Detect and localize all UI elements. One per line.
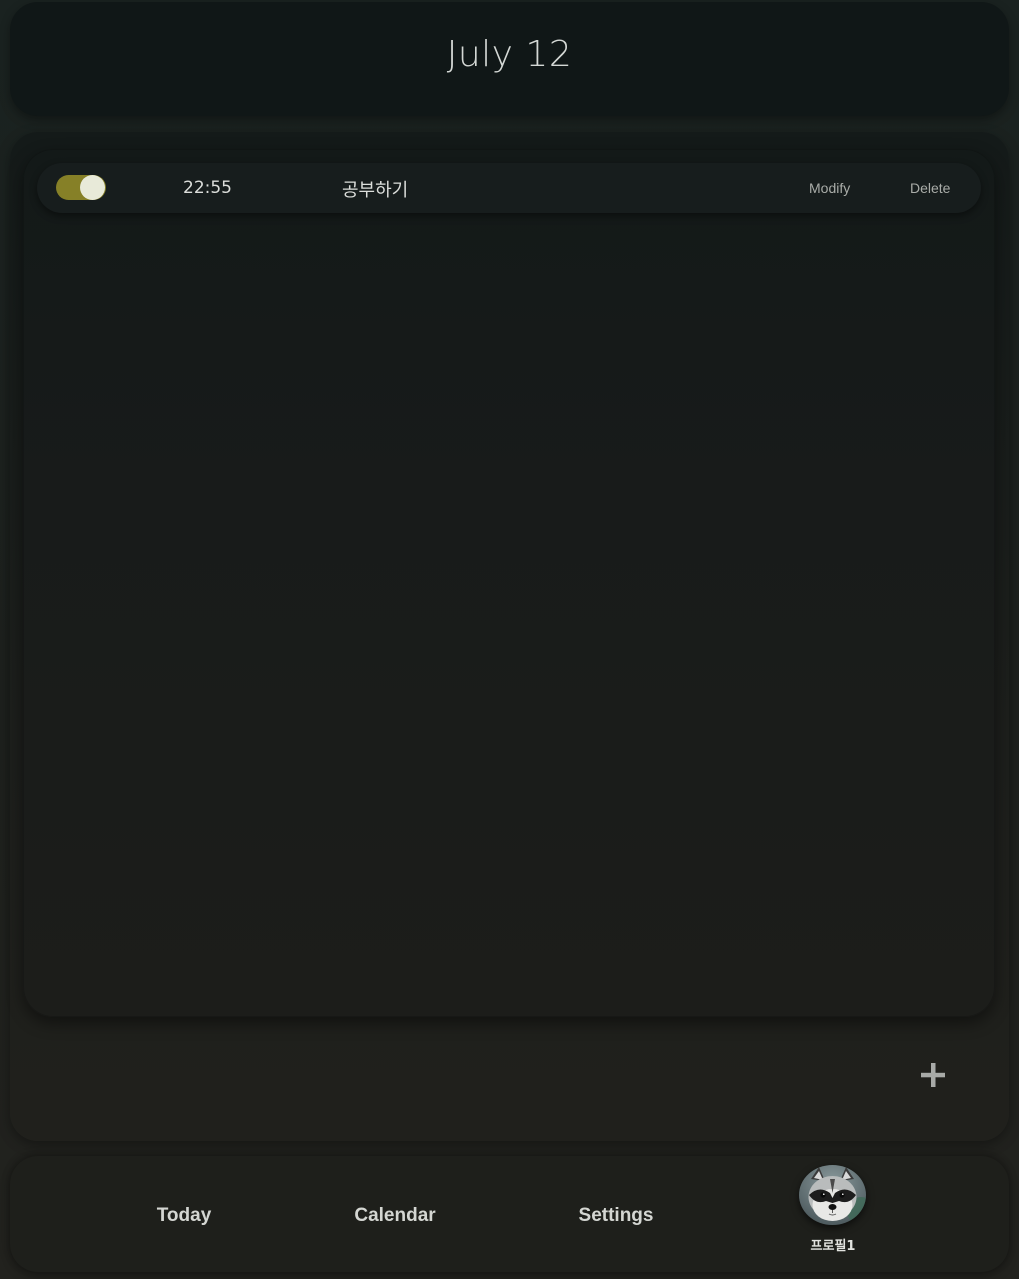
- page-title: July 12: [446, 33, 573, 75]
- plus-icon: [921, 1063, 945, 1087]
- toggle-knob: [80, 175, 105, 200]
- todo-time: 22:55: [183, 178, 232, 198]
- main-panel: 22:55 공부하기 Modify Delete: [10, 132, 1009, 1141]
- delete-button[interactable]: Delete: [910, 180, 950, 196]
- todo-list: 22:55 공부하기 Modify Delete: [23, 149, 995, 1017]
- header: July 12: [10, 2, 1009, 116]
- todo-title: 공부하기: [342, 180, 409, 201]
- nav-settings[interactable]: Settings: [579, 1205, 654, 1227]
- bottom-nav: Today Calendar Settings 프로필1: [10, 1156, 1009, 1272]
- todo-toggle[interactable]: [56, 175, 106, 200]
- add-todo-button[interactable]: [913, 1055, 953, 1095]
- modify-button[interactable]: Modify: [809, 180, 850, 196]
- nav-today[interactable]: Today: [157, 1205, 212, 1227]
- raccoon-avatar-icon: [799, 1165, 866, 1225]
- profile-button[interactable]: 프로필1: [798, 1164, 868, 1260]
- avatar: [799, 1165, 866, 1225]
- todo-item: 22:55 공부하기 Modify Delete: [37, 163, 981, 213]
- profile-name: 프로필1: [810, 1239, 856, 1254]
- nav-calendar[interactable]: Calendar: [354, 1205, 435, 1227]
